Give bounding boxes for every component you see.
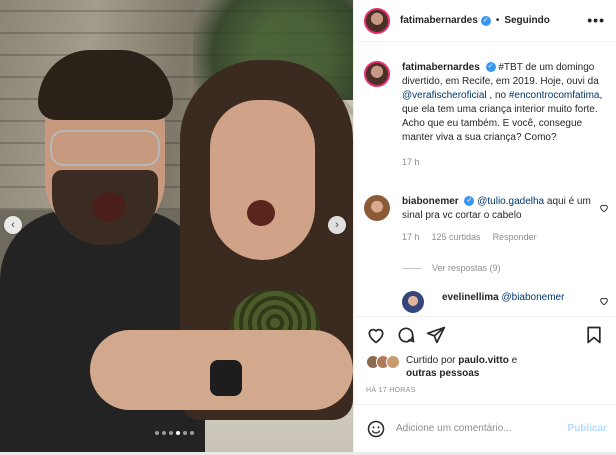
carousel-dots (155, 431, 194, 435)
follow-status-button[interactable]: Seguindo (504, 15, 550, 26)
post-actions-bar (354, 316, 616, 356)
person-right-mouth (247, 200, 275, 226)
post-caption: fatimabernardes ✓ #TBT de um domingo div… (364, 61, 609, 167)
comment-item: biabonemer ✓ @tulio.gadelha aqui é um si… (364, 195, 609, 242)
liker-avatar (386, 355, 400, 369)
like-heart-icon[interactable] (366, 325, 386, 345)
share-send-icon[interactable] (426, 325, 446, 345)
instagram-post-frame: ‹ › fatimabernardes ✓ • Seguindo ••• fat… (0, 0, 616, 455)
comments-section[interactable]: fatimabernardes ✓ #TBT de um domingo div… (354, 43, 616, 315)
author-avatar[interactable] (364, 7, 390, 34)
person-left-glasses (50, 130, 160, 166)
reply-mention-link[interactable]: @biabonemer (501, 292, 564, 303)
caption-hashtag-link[interactable]: #encontrocomfatima (509, 90, 600, 101)
comment-reply-button[interactable]: Responder (493, 232, 537, 242)
person-left-mouth (92, 192, 126, 222)
comment-mention-link[interactable]: @tulio.gadelha (477, 196, 544, 207)
reply-text: evelinellima @biabonemer (442, 291, 607, 305)
commenter-verified-badge-icon: ✓ (464, 196, 475, 207)
post-header: fatimabernardes ✓ • Seguindo ••• (354, 0, 616, 42)
liker-username[interactable]: paulo.vitto (458, 355, 509, 366)
caption-text: fatimabernardes ✓ #TBT de um domingo div… (402, 61, 609, 145)
comment-meta: 17 h 125 curtidas Responder (402, 232, 609, 242)
commenter-username[interactable]: biabonemer (402, 196, 459, 207)
verified-badge-icon: ✓ (480, 15, 491, 26)
likes-text: Curtido por paulo.vitto e outras pessoas (406, 354, 517, 380)
person-right-face (210, 100, 315, 260)
header-separator: • (495, 15, 500, 26)
comment-bubble-icon[interactable] (396, 325, 416, 345)
view-replies-label: Ver respostas (9) (432, 263, 501, 273)
add-comment-input[interactable]: Adicione um comentário... (396, 423, 556, 434)
carousel-dot (155, 431, 159, 435)
caption-time[interactable]: 17 h (402, 157, 609, 167)
caption-username[interactable]: fatimabernardes (402, 62, 480, 73)
post-timestamp[interactable]: HÁ 17 HORAS (366, 387, 416, 394)
person-left-hair (38, 50, 173, 120)
carousel-next-button[interactable]: › (328, 216, 346, 234)
caption-verified-badge-icon: ✓ (485, 62, 496, 73)
caption-mention-link[interactable]: @verafischeroficial (402, 90, 487, 101)
carousel-dot (176, 431, 180, 435)
more-options-icon[interactable]: ••• (587, 12, 605, 28)
post-photo[interactable]: ‹ › (0, 0, 353, 452)
likes-others-link[interactable]: outras pessoas (406, 368, 479, 379)
carousel-dot (190, 431, 194, 435)
comment-likes-count[interactable]: 125 curtidas (432, 232, 481, 242)
reply-item: evelinellima @biabonemer (402, 291, 609, 313)
carousel-dot (183, 431, 187, 435)
author-username[interactable]: fatimabernardes (400, 15, 478, 26)
comment-time[interactable]: 17 h (402, 232, 420, 242)
carousel-dot (162, 431, 166, 435)
save-bookmark-icon[interactable] (584, 325, 604, 345)
view-replies-button[interactable]: Ver respostas (9) (402, 263, 501, 273)
likes-connector: e (508, 355, 518, 366)
caption-text-part2: , no (486, 90, 509, 101)
add-comment-bar: Adicione um comentário... Publicar (354, 404, 616, 452)
chevron-left-icon: ‹ (11, 219, 15, 231)
likes-prefix: Curtido por (406, 355, 459, 366)
chevron-right-icon: › (335, 219, 339, 231)
reply-username[interactable]: evelinellima (442, 292, 499, 303)
likers-avatars[interactable] (366, 355, 400, 369)
likes-summary: Curtido por paulo.vitto e outras pessoas (366, 354, 517, 380)
publish-button[interactable]: Publicar (568, 423, 607, 434)
comment-text: biabonemer ✓ @tulio.gadelha aqui é um si… (402, 195, 595, 223)
caption-author-avatar[interactable] (364, 61, 390, 87)
emoji-smiley-icon[interactable] (366, 419, 386, 439)
comment-like-heart-icon[interactable] (599, 203, 609, 213)
carousel-prev-button[interactable]: ‹ (4, 216, 22, 234)
carousel-dot (169, 431, 173, 435)
reply-like-heart-icon[interactable] (599, 296, 609, 306)
replies-divider-line (402, 267, 422, 269)
commenter-avatar[interactable] (364, 195, 390, 221)
reply-avatar[interactable] (402, 291, 424, 313)
photo-watch (210, 360, 242, 396)
post-side-panel: fatimabernardes ✓ • Seguindo ••• fatimab… (353, 0, 616, 452)
